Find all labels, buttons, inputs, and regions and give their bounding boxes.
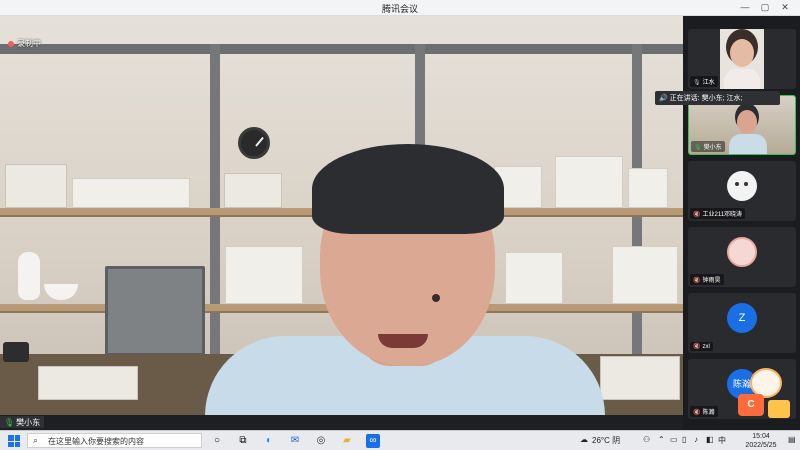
volume-icon[interactable]: ♪ — [694, 435, 698, 444]
start-button[interactable] — [8, 435, 20, 447]
search-placeholder: 在这里输入你要搜索的内容 — [48, 437, 144, 446]
battery-icon[interactable]: ▯ — [682, 435, 686, 444]
weather-text[interactable]: 26°C 阴 — [592, 435, 620, 446]
drawer-unit — [600, 356, 680, 400]
books — [612, 246, 678, 304]
close-button[interactable]: ✕ — [778, 1, 792, 14]
network-icon[interactable]: ▭ — [670, 435, 678, 444]
books — [225, 246, 303, 304]
maximize-button[interactable]: ▢ — [758, 1, 772, 14]
participant-name-tag: 🔇 钟雨昊 — [690, 274, 724, 285]
tray-chevron-icon[interactable]: ⌃ — [658, 435, 665, 444]
weather-icon[interactable]: ☁ — [580, 435, 588, 444]
input-method[interactable]: 中 — [718, 435, 726, 446]
title-bar: 腾讯会议 — ▢ ✕ — [0, 0, 800, 16]
recording-dot-icon — [8, 41, 14, 47]
participant-name-tag: 🎙 江水 — [690, 76, 718, 87]
mic-muted-icon: 🔇 — [693, 278, 701, 284]
wall-clock — [238, 127, 270, 159]
tray-app-icon[interactable]: ◧ — [706, 435, 714, 444]
participant-tile[interactable]: 🔇 钟雨昊 — [688, 227, 796, 287]
active-speaker-name: 樊小东 — [16, 418, 41, 427]
monitor — [105, 266, 205, 356]
mic-icon: 🎙 — [4, 418, 15, 427]
mascot-promo[interactable]: C — [736, 362, 796, 422]
mail-icon[interactable]: ✉ — [288, 434, 302, 448]
mic-muted-icon: 🔇 — [693, 410, 701, 416]
participant-tile[interactable]: 🔇 工业211邓晓涛 — [688, 161, 796, 221]
speaker-hair — [312, 144, 504, 234]
participant-name-tag: 🎙 樊小东 — [691, 141, 725, 152]
people-icon[interactable]: ⚇ — [643, 435, 650, 444]
recording-label: 录制中 — [17, 39, 41, 48]
participant-name-tag: 🔇 陈瀚 — [690, 406, 718, 417]
books — [505, 252, 563, 304]
minimize-button[interactable]: — — [738, 1, 752, 14]
clock-time: 15:04 — [752, 433, 770, 440]
tencent-meeting-icon[interactable]: ∞ — [366, 434, 380, 448]
cortana-icon[interactable]: ○ — [210, 434, 224, 448]
talking-indicator: 🔊 正在讲话: 樊小东; 江水; — [655, 91, 780, 105]
notification-icon[interactable]: ▤ — [788, 435, 796, 444]
mic-active-icon: 🎙 — [694, 145, 702, 151]
window-title: 腾讯会议 — [381, 4, 418, 14]
search-icon: ⌕ — [33, 435, 39, 445]
task-view-icon[interactable]: ⧉ — [236, 434, 250, 448]
mic-muted-icon: 🔇 — [693, 344, 701, 350]
mascot-bag: C — [738, 394, 764, 416]
storage-box — [224, 173, 282, 208]
book-stack — [72, 178, 190, 208]
participant-tile[interactable]: 🎙 江水 — [688, 29, 796, 89]
speaker-mouth — [378, 334, 428, 348]
vase — [18, 252, 40, 300]
gift-icon — [768, 400, 790, 418]
drawer-unit — [38, 366, 138, 400]
participant-name-tag: 🔇 zxl — [690, 342, 713, 351]
clock-date: 2022/5/25 — [745, 442, 777, 449]
folder-icon[interactable]: ▰ — [340, 434, 354, 448]
recording-indicator[interactable]: 录制中 — [8, 38, 41, 49]
main-video[interactable]: 录制中 — [0, 16, 683, 415]
participant-tile[interactable]: Z 🔇 zxl — [688, 293, 796, 353]
participant-video — [720, 29, 764, 89]
speaker-icon: 🔊 — [659, 95, 670, 102]
participant-name-tag: 🔇 工业211邓晓涛 — [690, 208, 746, 219]
books — [555, 156, 623, 208]
dell-icon[interactable]: ◎ — [314, 434, 328, 448]
anime-avatar-icon — [727, 237, 757, 267]
shelf-beam — [0, 44, 683, 54]
speaker-mole — [432, 294, 440, 302]
mic-icon: 🎙 — [693, 80, 701, 86]
letter-avatar: Z — [727, 303, 757, 333]
active-speaker-label: 🎙 樊小东 — [0, 416, 45, 428]
taskbar-search[interactable]: ⌕ 在这里输入你要搜索的内容 — [27, 433, 202, 448]
windows-taskbar: ⌕ 在这里输入你要搜索的内容 ○ ⧉ ◐ ✉ ◎ ▰ ∞ ☁ 26°C 阴 ⚇ … — [0, 430, 800, 450]
storage-box — [5, 164, 67, 208]
book-stack — [628, 168, 668, 208]
edge-icon[interactable]: ◐ — [262, 434, 276, 448]
camera-prop — [3, 342, 29, 362]
taskbar-clock[interactable]: 15:04 2022/5/25 — [736, 432, 786, 450]
ghost-avatar-icon — [727, 171, 757, 201]
mic-muted-icon: 🔇 — [693, 212, 701, 218]
